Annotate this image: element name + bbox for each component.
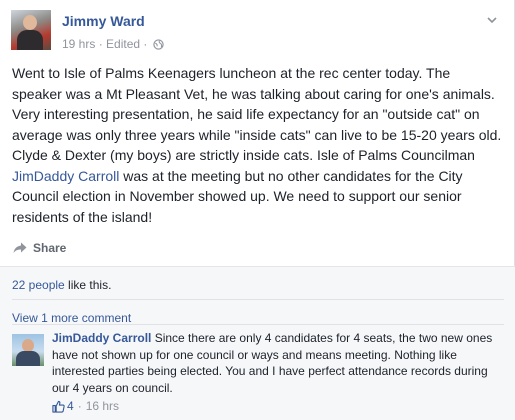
view-more-comments-link[interactable]: View 1 more comment	[12, 311, 131, 325]
likes-summary: 22 people like this.	[12, 278, 111, 292]
author-name[interactable]: Jimmy Ward	[62, 13, 145, 29]
post-meta: 19 hrs · Edited ·	[62, 37, 164, 51]
comment-body: JimDaddy Carroll Since there are only 4 …	[52, 330, 504, 396]
comment-time[interactable]: 16 hrs	[86, 399, 119, 413]
post-text-part1: Went to Isle of Palms Keenagers luncheon…	[12, 65, 502, 163]
chevron-down-icon[interactable]	[486, 14, 498, 26]
meta-separator: ·	[98, 37, 107, 51]
author-avatar[interactable]	[11, 10, 51, 50]
post-card: Jimmy Ward 19 hrs · Edited · Went to Isl…	[0, 0, 515, 420]
comment-like-count[interactable]: 4	[67, 399, 74, 413]
edited-label[interactable]: Edited	[106, 37, 140, 51]
comment-footer: 4 · 16 hrs	[52, 398, 119, 414]
share-arrow-icon	[13, 242, 27, 253]
divider	[12, 299, 504, 300]
share-button[interactable]: Share	[13, 238, 66, 258]
likes-people-link[interactable]: 22 people	[12, 278, 65, 292]
post-text: Went to Isle of Palms Keenagers luncheon…	[12, 63, 502, 227]
commenter-name[interactable]: JimDaddy Carroll	[52, 331, 151, 345]
meta-separator: ·	[77, 399, 82, 413]
globe-icon[interactable]	[153, 39, 164, 50]
thumbs-up-icon[interactable]	[52, 400, 65, 413]
post-time[interactable]: 19 hrs	[62, 37, 95, 51]
commenter-avatar[interactable]	[12, 334, 44, 366]
meta-separator: ·	[143, 37, 151, 51]
mention-link[interactable]: JimDaddy Carroll	[12, 168, 119, 184]
divider	[12, 324, 504, 325]
divider	[0, 266, 515, 267]
likes-suffix: like this.	[64, 278, 112, 292]
avatar-body	[17, 30, 43, 50]
avatar-head	[23, 15, 37, 30]
avatar-body	[16, 351, 40, 366]
share-label: Share	[33, 241, 67, 255]
